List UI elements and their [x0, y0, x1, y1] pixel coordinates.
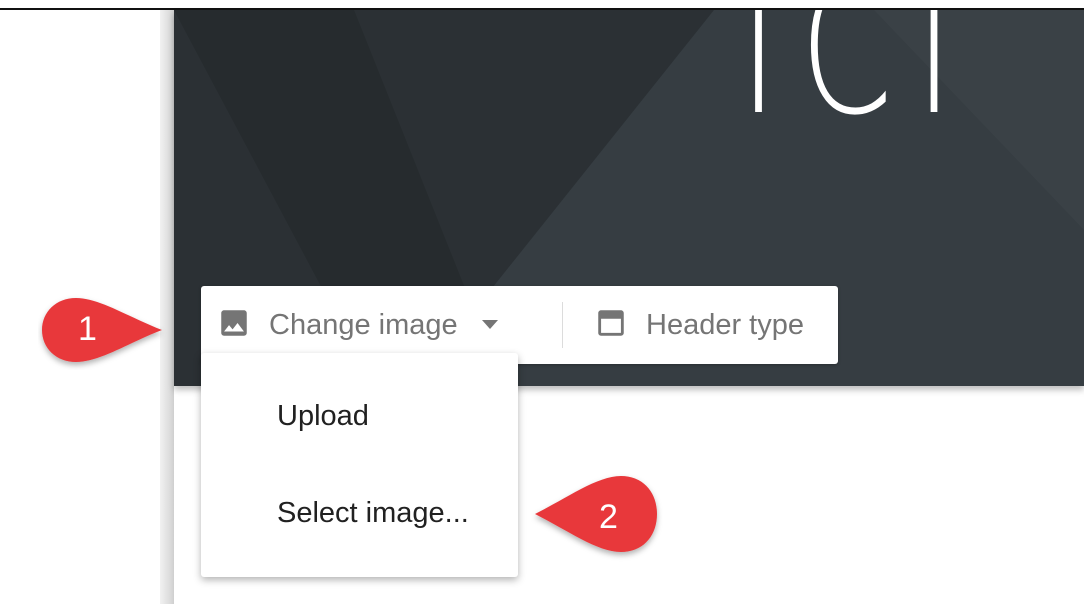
menu-item-select-image[interactable]: Select image...	[201, 483, 518, 543]
header-type-button[interactable]: Header type	[594, 286, 834, 364]
callout-2-shape	[535, 476, 657, 552]
image-icon	[217, 306, 251, 345]
header-layout-icon	[594, 306, 628, 345]
toolbar-divider	[562, 302, 563, 348]
callout-marker-2: 2	[531, 472, 663, 567]
callout-marker-1: 1	[38, 294, 168, 375]
menu-item-upload-label: Upload	[277, 399, 369, 432]
change-image-menu: Upload Select image...	[201, 353, 518, 577]
menu-item-upload[interactable]: Upload	[201, 386, 518, 446]
callout-1-shape	[42, 298, 162, 362]
change-image-label: Change image	[269, 308, 458, 341]
callout-2-number: 2	[599, 498, 618, 536]
header-title: ICI	[739, 10, 976, 156]
menu-item-select-image-label: Select image...	[277, 496, 469, 529]
header-type-label: Header type	[646, 308, 804, 341]
callout-1-number: 1	[78, 310, 97, 348]
caret-down-icon	[481, 320, 498, 330]
